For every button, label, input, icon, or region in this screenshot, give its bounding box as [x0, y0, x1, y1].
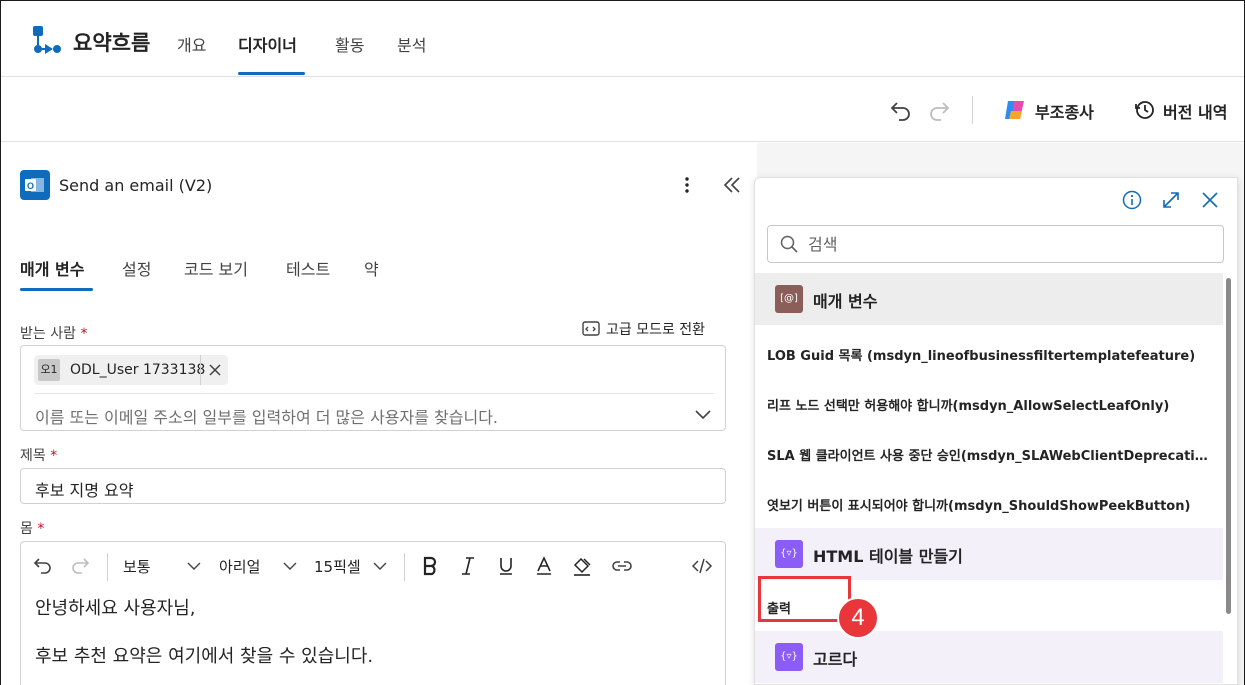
field-divider	[34, 393, 714, 394]
toolbar-divider	[972, 96, 973, 124]
section-label: HTML 테이블 만들기	[813, 547, 963, 566]
bold-icon[interactable]	[419, 555, 441, 577]
link-icon[interactable]	[611, 555, 633, 577]
body-editor[interactable]: 보통 아리얼 15픽셀 안녕하세요 사용자님, 후보 추천 요약은 여기에서 찾…	[20, 541, 726, 685]
font-color-icon[interactable]	[533, 555, 555, 577]
action-title: Send an email (V2)	[59, 176, 213, 195]
redo-icon[interactable]	[69, 555, 91, 577]
history-icon[interactable]	[1133, 98, 1157, 122]
paragraph-style-dropdown[interactable]: 보통	[123, 556, 151, 577]
subject-label: 제목 *	[20, 448, 58, 464]
tab-designer[interactable]: 디자이너	[238, 32, 297, 56]
undo-icon[interactable]	[889, 98, 913, 122]
font-size-dropdown[interactable]: 15픽셀	[314, 556, 361, 577]
remove-recipient-icon[interactable]	[206, 361, 224, 379]
toolbar-divider	[107, 553, 108, 581]
section-label: 매개 변수	[813, 292, 878, 311]
scrollbar[interactable]	[1226, 278, 1231, 614]
to-input-placeholder[interactable]: 이름 또는 이메일 주소의 일부를 입력하여 더 많은 사용자를 찾습니다.	[35, 404, 498, 428]
expand-icon[interactable]	[1160, 189, 1182, 211]
search-icon	[780, 235, 798, 253]
tab-parameters[interactable]: 매개 변수	[20, 256, 84, 280]
search-input[interactable]	[808, 232, 1208, 256]
chevron-down-icon[interactable]	[281, 557, 299, 575]
more-options-icon[interactable]	[677, 175, 697, 195]
data-operation-icon: {▿}	[775, 643, 803, 671]
tab-analytics[interactable]: 분석	[397, 32, 426, 56]
tab-about[interactable]: 약	[364, 256, 379, 280]
list-item[interactable]: 리프 노드 선택만 허용해야 합니까(msdyn_AllowSelectLeaf…	[767, 395, 1215, 414]
outlook-icon: O	[20, 170, 50, 200]
tab-testing[interactable]: 테스트	[286, 256, 330, 280]
section-create-html-table[interactable]: {▿} HTML 테이블 만들기	[755, 528, 1223, 580]
version-history-button[interactable]: 버전 내역	[1163, 99, 1227, 123]
recipient-chip: 오1 ODL_User 1733138	[34, 355, 228, 385]
body-text-line[interactable]: 안녕하세요 사용자님,	[35, 594, 195, 620]
subject-field[interactable]: 후보 지명 요약	[20, 468, 726, 504]
action-config-panel: O Send an email (V2) 매개 변수 설정 코드 보기 테스트 …	[1, 143, 756, 685]
search-field[interactable]	[767, 225, 1224, 263]
switch-advanced-mode-button[interactable]: 고급 모드로 전환	[606, 319, 705, 339]
tab-settings[interactable]: 설정	[122, 256, 151, 280]
code-view-icon[interactable]	[691, 555, 713, 577]
copilot-button[interactable]: 부조종사	[1035, 99, 1094, 123]
italic-icon[interactable]	[457, 555, 479, 577]
highlight-color-icon[interactable]	[571, 555, 593, 577]
active-tab-indicator	[20, 288, 93, 291]
tab-code-view[interactable]: 코드 보기	[184, 256, 248, 280]
body-label: 몸 *	[20, 521, 45, 537]
body-text-line[interactable]: 후보 추천 요약은 여기에서 찾을 수 있습니다.	[35, 642, 373, 668]
app-header: 요약흐름 개요 디자이너 활동 분석	[1, 1, 1244, 77]
chevron-down-icon[interactable]	[371, 557, 389, 575]
advanced-mode-icon[interactable]	[581, 319, 603, 339]
power-automate-logo-icon	[33, 26, 61, 54]
chip-divider	[200, 355, 201, 385]
to-label: 받는 사람 *	[20, 326, 88, 342]
designer-toolbar: 부조종사 버전 내역	[1, 78, 1244, 142]
subject-value[interactable]: 후보 지명 요약	[35, 477, 134, 501]
chevron-down-icon[interactable]	[185, 557, 203, 575]
info-icon[interactable]	[1121, 189, 1143, 211]
tab-overview[interactable]: 개요	[177, 32, 206, 56]
recipient-name: ODL_User 1733138	[70, 362, 206, 378]
step-badge: 4	[837, 597, 879, 639]
list-item[interactable]: LOB Guid 목록 (msdyn_lineofbusinessfiltert…	[767, 345, 1215, 364]
close-icon[interactable]	[1199, 189, 1221, 211]
active-tab-indicator	[238, 72, 305, 75]
avatar: 오1	[38, 359, 60, 381]
tab-activity[interactable]: 활동	[335, 32, 364, 56]
underline-icon[interactable]	[495, 555, 517, 577]
svg-text:O: O	[27, 181, 34, 191]
section-select[interactable]: {▿} 고르다	[755, 631, 1223, 683]
list-item[interactable]: SLA 웹 클라이언트 사용 중단 승인(msdyn_SLAWebClientD…	[767, 445, 1215, 464]
toolbar-divider	[404, 553, 405, 581]
app-title: 요약흐름	[73, 31, 151, 55]
collapse-panel-icon[interactable]	[721, 175, 743, 195]
section-parameters[interactable]: [@] 매개 변수	[755, 273, 1223, 325]
undo-icon[interactable]	[32, 555, 54, 577]
to-field[interactable]: 오1 ODL_User 1733138 이름 또는 이메일 주소의 일부를 입력…	[20, 345, 726, 431]
section-label: 고르다	[813, 650, 858, 669]
data-operation-icon: {▿}	[775, 540, 803, 568]
chevron-down-icon[interactable]	[693, 404, 713, 424]
redo-icon[interactable]	[927, 98, 951, 122]
list-item[interactable]: 엿보기 버튼이 표시되어야 합니까(msdyn_ShouldShowPeekBu…	[767, 495, 1215, 514]
parameters-icon: [@]	[775, 285, 803, 313]
font-dropdown[interactable]: 아리얼	[219, 556, 260, 577]
copilot-icon[interactable]	[1002, 97, 1028, 123]
